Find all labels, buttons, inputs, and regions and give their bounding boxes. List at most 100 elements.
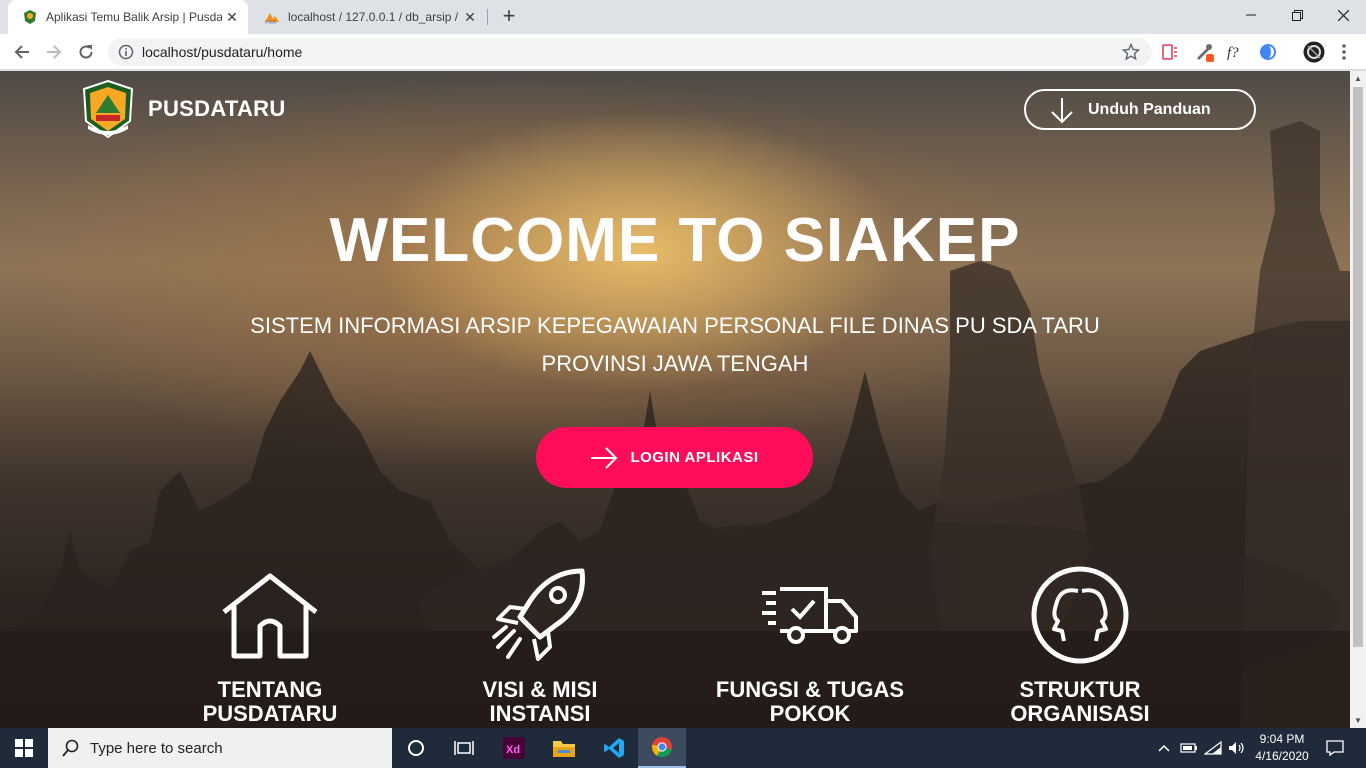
login-label: LOGIN APLIKASI <box>630 449 759 466</box>
search-icon <box>62 739 79 757</box>
download-guide-label: Unduh Panduan <box>1088 100 1211 118</box>
svg-text:Xd: Xd <box>506 744 520 756</box>
tab-phpmyadmin[interactable]: PMA localhost / 127.0.0.1 / db_arsip / t… <box>250 0 486 34</box>
folder-icon <box>553 741 575 757</box>
wifi-icon <box>1204 741 1222 755</box>
tab-pusdataru[interactable]: Aplikasi Temu Balik Arsip | Pusdataru ✕ <box>8 0 248 34</box>
page-scrollbar[interactable]: ▲ ▼ <box>1350 71 1366 728</box>
volume-icon <box>1229 742 1244 754</box>
tab-title: localhost / 127.0.0.1 / db_arsip / t <box>288 10 460 24</box>
close-icon <box>1337 9 1349 21</box>
feature-tentang[interactable]: TENTANG PUSDATARU <box>140 565 400 726</box>
taskbar-chrome[interactable] <box>638 728 686 768</box>
feature-struktur-organisasi[interactable]: STRUKTUR ORGANISASI <box>950 565 1210 726</box>
taskbar-vscode[interactable] <box>590 728 638 768</box>
chevron-up-icon <box>1158 744 1170 752</box>
scroll-up-arrow-icon[interactable]: ▲ <box>1354 74 1362 83</box>
tray-volume-button[interactable] <box>1226 728 1248 768</box>
feature-label-line-2: INSTANSI <box>489 701 591 726</box>
arrow-left-icon <box>14 45 29 59</box>
info-icon[interactable] <box>118 44 134 60</box>
taskbar-adobe-xd[interactable]: Xd <box>490 728 538 768</box>
restore-icon <box>1291 9 1303 21</box>
organization-heads-icon <box>1031 566 1129 664</box>
extension-1-button[interactable] <box>1160 42 1180 62</box>
login-button[interactable]: LOGIN APLIKASI <box>536 427 813 488</box>
tray-overflow-button[interactable] <box>1154 728 1174 768</box>
reload-icon <box>79 45 93 59</box>
new-tab-button[interactable]: + <box>497 5 521 29</box>
minimize-button[interactable] <box>1228 0 1274 30</box>
task-view-button[interactable] <box>440 728 488 768</box>
hero-subtitle-line-1: SISTEM INFORMASI ARSIP KEPEGAWAIAN PERSO… <box>250 313 1100 338</box>
minimize-icon <box>1246 14 1256 16</box>
url-text: localhost/pusdataru/home <box>142 44 303 60</box>
svg-text:PMA: PMA <box>265 20 277 25</box>
task-view-icon <box>454 741 474 755</box>
back-button[interactable] <box>8 38 36 66</box>
windows-taskbar: Type here to search Xd 9:04 PM 4/16/2020 <box>0 728 1366 768</box>
vpn-extension-icon <box>1260 44 1276 60</box>
feature-label-line-2: PUSDATARU <box>202 701 338 726</box>
delivery-truck-icon <box>762 587 858 644</box>
battery-icon <box>1180 743 1197 753</box>
chrome-icon <box>652 737 672 757</box>
scroll-down-arrow-icon[interactable]: ▼ <box>1354 716 1362 725</box>
browser-tab-strip: Aplikasi Temu Balik Arsip | Pusdataru ✕ … <box>0 0 1366 34</box>
tray-wifi-button[interactable] <box>1202 728 1224 768</box>
cortana-circle-icon <box>408 740 424 756</box>
close-window-button[interactable] <box>1320 0 1366 30</box>
action-center-button[interactable] <box>1320 728 1350 768</box>
hero-subtitle-line-2: PROVINSI JAWA TENGAH <box>541 351 809 376</box>
restore-button[interactable] <box>1274 0 1320 30</box>
close-tab-icon[interactable]: ✕ <box>460 7 480 27</box>
arrow-right-icon <box>591 446 618 469</box>
taskbar-file-explorer[interactable] <box>540 728 588 768</box>
taskbar-clock[interactable]: 9:04 PM 4/16/2020 <box>1250 731 1314 765</box>
eyedropper-extension-icon <box>1197 44 1214 62</box>
function-extension-icon: f? <box>1227 45 1239 61</box>
avatar-icon <box>1303 41 1325 63</box>
hero-subtitle: SISTEM INFORMASI ARSIP KEPEGAWAIAN PERSO… <box>225 307 1125 383</box>
rocket-icon <box>492 568 585 661</box>
brand-name: PUSDATARU <box>148 96 286 121</box>
feature-visi-misi[interactable]: VISI & MISI INSTANSI <box>410 565 670 726</box>
feature-label-line-2: POKOK <box>769 701 851 726</box>
extension-3-button[interactable]: f? <box>1226 42 1246 62</box>
bookmark-star-icon[interactable] <box>1122 43 1140 61</box>
profile-avatar-button[interactable] <box>1302 40 1326 64</box>
vscode-icon <box>604 738 624 758</box>
tab-title: Aplikasi Temu Balik Arsip | Pusdataru <box>46 10 222 24</box>
taskbar-search-box[interactable]: Type here to search <box>48 728 392 768</box>
clock-time: 9:04 PM <box>1259 732 1305 746</box>
reload-button[interactable] <box>72 38 100 66</box>
search-placeholder: Type here to search <box>90 739 223 757</box>
extension-4-button[interactable] <box>1258 42 1278 62</box>
feature-label-line-1: VISI & MISI <box>482 677 598 702</box>
tray-battery-button[interactable] <box>1178 728 1200 768</box>
start-button[interactable] <box>0 728 48 768</box>
address-bar[interactable]: localhost/pusdataru/home <box>108 38 1152 66</box>
tab-separator <box>487 9 488 25</box>
brand[interactable]: PUSDATARU <box>82 79 286 139</box>
home-icon <box>222 573 318 659</box>
scrollbar-thumb[interactable] <box>1353 87 1363 647</box>
cortana-button[interactable] <box>392 728 440 768</box>
hero-title: WELCOME TO SIAKEP <box>329 206 1021 275</box>
extension-2-button[interactable] <box>1194 42 1214 62</box>
download-guide-button[interactable]: Unduh Panduan <box>1024 89 1256 130</box>
feature-label-line-1: TENTANG <box>217 677 323 702</box>
forward-button[interactable] <box>40 38 68 66</box>
screen-reader-extension-icon <box>1162 44 1177 60</box>
feature-label-line-1: FUNGSI & TUGAS <box>715 677 905 702</box>
hero-page: PUSDATARU Unduh Panduan WELCOME TO SIAKE… <box>0 71 1350 728</box>
notification-icon <box>1326 740 1344 756</box>
close-tab-icon[interactable]: ✕ <box>222 7 242 27</box>
arrow-down-icon <box>1051 97 1073 123</box>
feature-label-line-2: ORGANISASI <box>1010 701 1150 726</box>
clock-date: 4/16/2020 <box>1255 749 1309 763</box>
adobe-xd-icon: Xd <box>503 737 525 759</box>
feature-fungsi-tugas[interactable]: FUNGSI & TUGAS POKOK <box>680 565 940 726</box>
arrow-right-icon <box>47 45 62 59</box>
browser-menu-button[interactable] <box>1334 42 1354 62</box>
